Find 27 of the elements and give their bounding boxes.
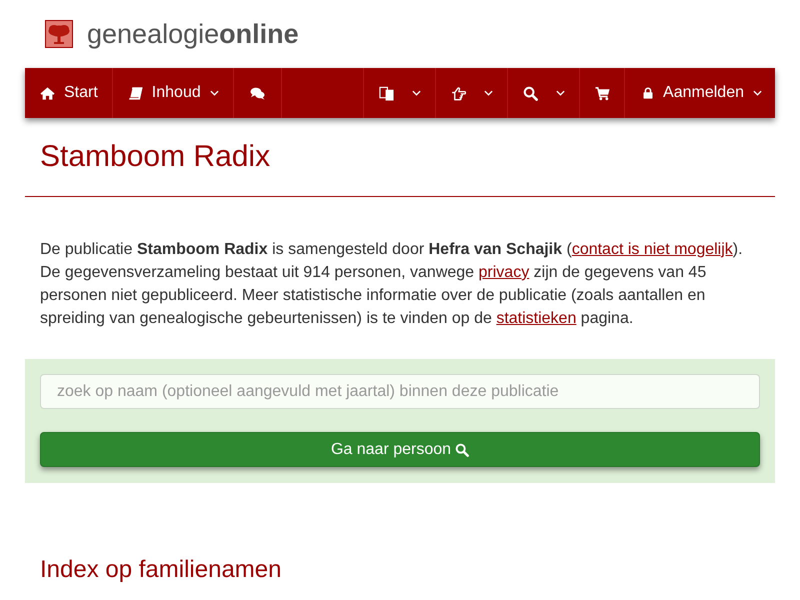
tree-logo-icon[interactable] (45, 20, 73, 48)
text-link[interactable]: contact is niet mogelijk (572, 241, 733, 258)
page-title: Stamboom Radix (40, 140, 272, 174)
nav-menu-item[interactable]: Aanmelden (624, 68, 775, 118)
section-heading: Index op familienamen (40, 556, 282, 584)
cart-icon (595, 86, 610, 100)
pointing-hand-icon (451, 86, 466, 100)
text-link[interactable]: statistieken (496, 310, 576, 327)
lock-icon (642, 86, 654, 100)
chevron-down-icon (484, 90, 494, 96)
nav-menu-item[interactable]: Inhoud (112, 68, 234, 118)
site-brand-name[interactable]: genealogieonline (87, 20, 299, 48)
search-icon (455, 442, 470, 456)
two-pages-icon (379, 86, 394, 100)
nav-menu-item[interactable]: Start (25, 68, 113, 118)
search-icon (523, 86, 538, 100)
speech-bubbles-icon (250, 86, 265, 100)
chevron-down-icon (412, 90, 422, 96)
chevron-down-icon (556, 90, 566, 96)
book-icon (128, 86, 143, 100)
description-paragraph: De publicatie Stamboom Radix is samengesteld door Hefra van Schajik (contact is niet mogelijk). De gegevensverzameling bestaat uit 914 personen, vanwege privacy zijn de gegevens van 45 personen niet gepubliceerd. Meer statistische informatie over de publicatie (zoals aantallen en spreiding van genealogische gebeurtenissen) is te vinden op de statistieken pagina. (40, 240, 744, 329)
search-field[interactable]: zoek op naam (optioneel aangevuld met jaartal) binnen deze publicatie (40, 374, 760, 409)
chevron-down-icon (753, 90, 762, 96)
text-link[interactable]: privacy (478, 264, 530, 281)
chevron-down-icon (210, 90, 219, 96)
home-icon (40, 86, 55, 100)
go-to-person-button[interactable]: Ga naar persoon (40, 432, 760, 467)
